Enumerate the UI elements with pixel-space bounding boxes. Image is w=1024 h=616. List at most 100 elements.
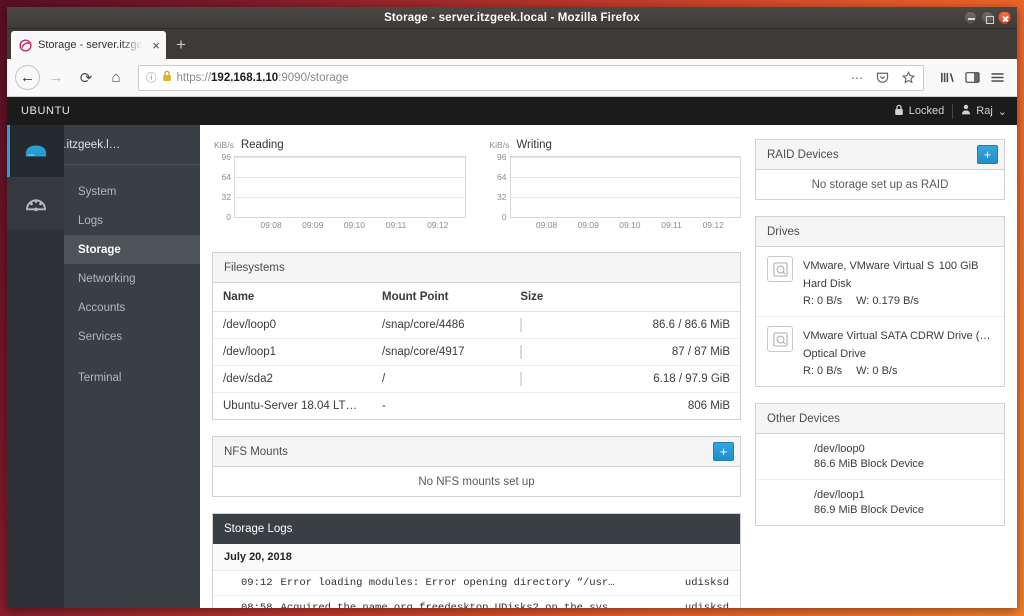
user-menu[interactable]: Raj ⌄ xyxy=(961,104,1007,118)
tab-strip: Storage - server.itzgeek × + xyxy=(7,29,1017,59)
fs-size: 6.18 / 97.9 GiB xyxy=(642,365,740,393)
rail-item-server[interactable] xyxy=(7,125,64,177)
io-charts: KiB/s Reading 96 64 32 0 09:08 09:09 09:… xyxy=(212,139,741,234)
maximize-button[interactable] xyxy=(981,11,994,24)
drive-io: R: 0 B/s W: 0.179 B/s xyxy=(803,295,993,307)
header-divider xyxy=(952,103,954,119)
storage-logs-panel: Storage Logs July 20, 2018 09:12 Error l… xyxy=(212,513,741,608)
drive-io: R: 0 B/s W: 0 B/s xyxy=(803,365,993,377)
lock-icon xyxy=(162,70,172,85)
log-date-heading: July 20, 2018 xyxy=(213,544,740,571)
sidebar-item-logs[interactable]: Logs xyxy=(64,206,200,235)
other-device-desc: 86.6 MiB Block Device xyxy=(814,458,925,470)
sidebar-item-services[interactable]: Services xyxy=(64,322,200,351)
fs-mount: - xyxy=(382,400,386,412)
cockpit-sidebar: server.itzgeek.l… System Logs Storage Ne… xyxy=(7,125,200,608)
fs-name: Ubuntu-Server 18.04 LT… xyxy=(223,400,358,412)
table-row[interactable]: Ubuntu-Server 18.04 LT… - 806 MiB xyxy=(213,393,740,420)
writing-xtick-5: 09:12 xyxy=(702,220,724,230)
writing-xtick-3: 09:10 xyxy=(619,220,641,230)
url-path: :9090/storage xyxy=(278,71,349,84)
list-item[interactable]: 08:58 Acquired the name org.freedesktop.… xyxy=(213,596,740,608)
nfs-panel-header: NFS Mounts + xyxy=(213,437,740,467)
nfs-empty-message: No NFS mounts set up xyxy=(418,475,535,488)
table-row[interactable]: /dev/loop1 /snap/core/4917 87 / 87 MiB xyxy=(213,338,740,366)
fs-mount: /snap/core/4486 xyxy=(372,311,511,339)
fs-usage-bar-cell xyxy=(510,311,643,339)
back-button[interactable]: ← xyxy=(15,65,40,90)
menu-icon[interactable] xyxy=(986,71,1009,84)
col-header-mount: Mount Point xyxy=(372,283,511,312)
cockpit-header: UBUNTU Locked Raj ⌄ xyxy=(7,97,1017,125)
table-row[interactable]: /dev/sda2 / 6.18 / 97.9 GiB xyxy=(213,365,740,393)
drive-name: VMware, VMware Virtual S xyxy=(803,260,935,272)
writing-xtick-4: 09:11 xyxy=(661,220,682,230)
table-row[interactable]: /dev/loop0 /snap/core/4486 86.6 / 86.6 M… xyxy=(213,311,740,339)
rail-item-dashboard[interactable] xyxy=(7,177,64,229)
raid-panel-header: RAID Devices + xyxy=(756,140,1004,170)
minimize-button[interactable] xyxy=(964,11,977,24)
list-item[interactable]: 09:12 Error loading modules: Error openi… xyxy=(213,571,740,596)
col-header-size: Size xyxy=(510,283,643,312)
list-item[interactable]: /dev/loop0 86.6 MiB Block Device xyxy=(756,434,1004,480)
window-title: Storage - server.itzgeek.local - Mozilla… xyxy=(384,11,640,24)
sidebar-item-networking[interactable]: Networking xyxy=(64,264,200,293)
pocket-icon[interactable] xyxy=(872,71,893,84)
sidebar-item-system[interactable]: System xyxy=(64,177,200,206)
add-raid-button[interactable]: + xyxy=(977,145,998,164)
usage-bar xyxy=(520,318,523,332)
fs-mount: / xyxy=(372,365,511,393)
reading-y-unit: KiB/s xyxy=(214,140,234,150)
drive-write-rate: W: 0 B/s xyxy=(856,365,898,377)
bookmark-star-icon[interactable] xyxy=(898,71,919,84)
sidebar-icon[interactable] xyxy=(961,71,984,84)
cockpit-header-right: Locked Raj ⌄ xyxy=(894,103,1007,119)
fs-usage-bar-cell xyxy=(510,393,642,420)
window-titlebar: Storage - server.itzgeek.local - Mozilla… xyxy=(7,7,1017,29)
writing-ytick-64: 64 xyxy=(497,171,507,182)
sidebar-item-accounts[interactable]: Accounts xyxy=(64,293,200,322)
user-label: Raj xyxy=(976,105,993,117)
nfs-mounts-panel: NFS Mounts + No NFS mounts set up xyxy=(212,436,741,497)
browser-tab[interactable]: Storage - server.itzgeek × xyxy=(11,31,166,59)
sidebar-item-terminal[interactable]: Terminal xyxy=(64,363,200,392)
usage-bar xyxy=(520,372,523,386)
reload-button[interactable]: ⟳ xyxy=(72,64,100,92)
list-item[interactable]: /dev/loop1 86.9 MiB Block Device xyxy=(756,480,1004,525)
writing-chart-title: Writing xyxy=(516,139,552,151)
writing-y-unit: KiB/s xyxy=(489,140,510,150)
cockpit-app: UBUNTU Locked Raj ⌄ server.itzgeek.l… Sy… xyxy=(7,97,1017,608)
reading-ytick-0: 0 xyxy=(226,212,231,222)
add-nfs-mount-button[interactable]: + xyxy=(713,442,734,461)
forward-button[interactable]: → xyxy=(42,64,70,92)
nfs-panel-title: NFS Mounts xyxy=(224,445,288,458)
reading-xtick-1: 09:08 xyxy=(260,220,282,230)
drive-info: VMware, VMware Virtual S 100 GiB Hard Di… xyxy=(803,256,993,307)
reading-ytick-64: 64 xyxy=(221,171,231,182)
reading-xtick-3: 09:10 xyxy=(343,220,366,230)
page-actions-ellipsis-icon[interactable]: ⋯ xyxy=(847,71,867,85)
desktop-background: Storage - server.itzgeek.local - Mozilla… xyxy=(0,0,1024,616)
tab-close-icon[interactable]: × xyxy=(150,39,160,52)
reading-ytick-96: 96 xyxy=(221,152,231,162)
browser-toolbar: ← → ⟳ ⌂ ⓘ https://192.168.1.10:9090/stor… xyxy=(7,59,1017,97)
address-bar[interactable]: ⓘ https://192.168.1.10:9090/storage ⋯ xyxy=(138,64,924,91)
storage-page: KiB/s Reading 96 64 32 0 09:08 09:09 09:… xyxy=(200,125,1017,608)
new-tab-button[interactable]: + xyxy=(166,36,196,59)
fs-name: /dev/sda2 xyxy=(213,365,373,393)
list-item[interactable]: VMware, VMware Virtual S 100 GiB Hard Di… xyxy=(756,247,1004,317)
home-button[interactable]: ⌂ xyxy=(102,64,130,92)
list-item[interactable]: VMware Virtual SATA CDRW Drive (… Optica… xyxy=(756,317,1004,386)
close-button[interactable] xyxy=(998,11,1011,24)
header-lock-icon xyxy=(894,104,904,119)
log-time: 08:58 xyxy=(241,602,273,608)
drives-panel: Drives VMware, VMware Virtual S 100 GiB … xyxy=(755,216,1005,387)
drive-read-rate: R: 0 B/s xyxy=(803,365,843,377)
server-rack-icon xyxy=(25,145,46,157)
sidebar-item-storage[interactable]: Storage xyxy=(64,235,200,264)
cockpit-icon-rail xyxy=(7,125,64,608)
locked-indicator[interactable]: Locked xyxy=(894,104,944,119)
site-identity-icon[interactable]: ⓘ xyxy=(146,70,157,85)
filesystems-panel-title: Filesystems xyxy=(213,253,740,283)
library-icon[interactable] xyxy=(936,71,959,84)
